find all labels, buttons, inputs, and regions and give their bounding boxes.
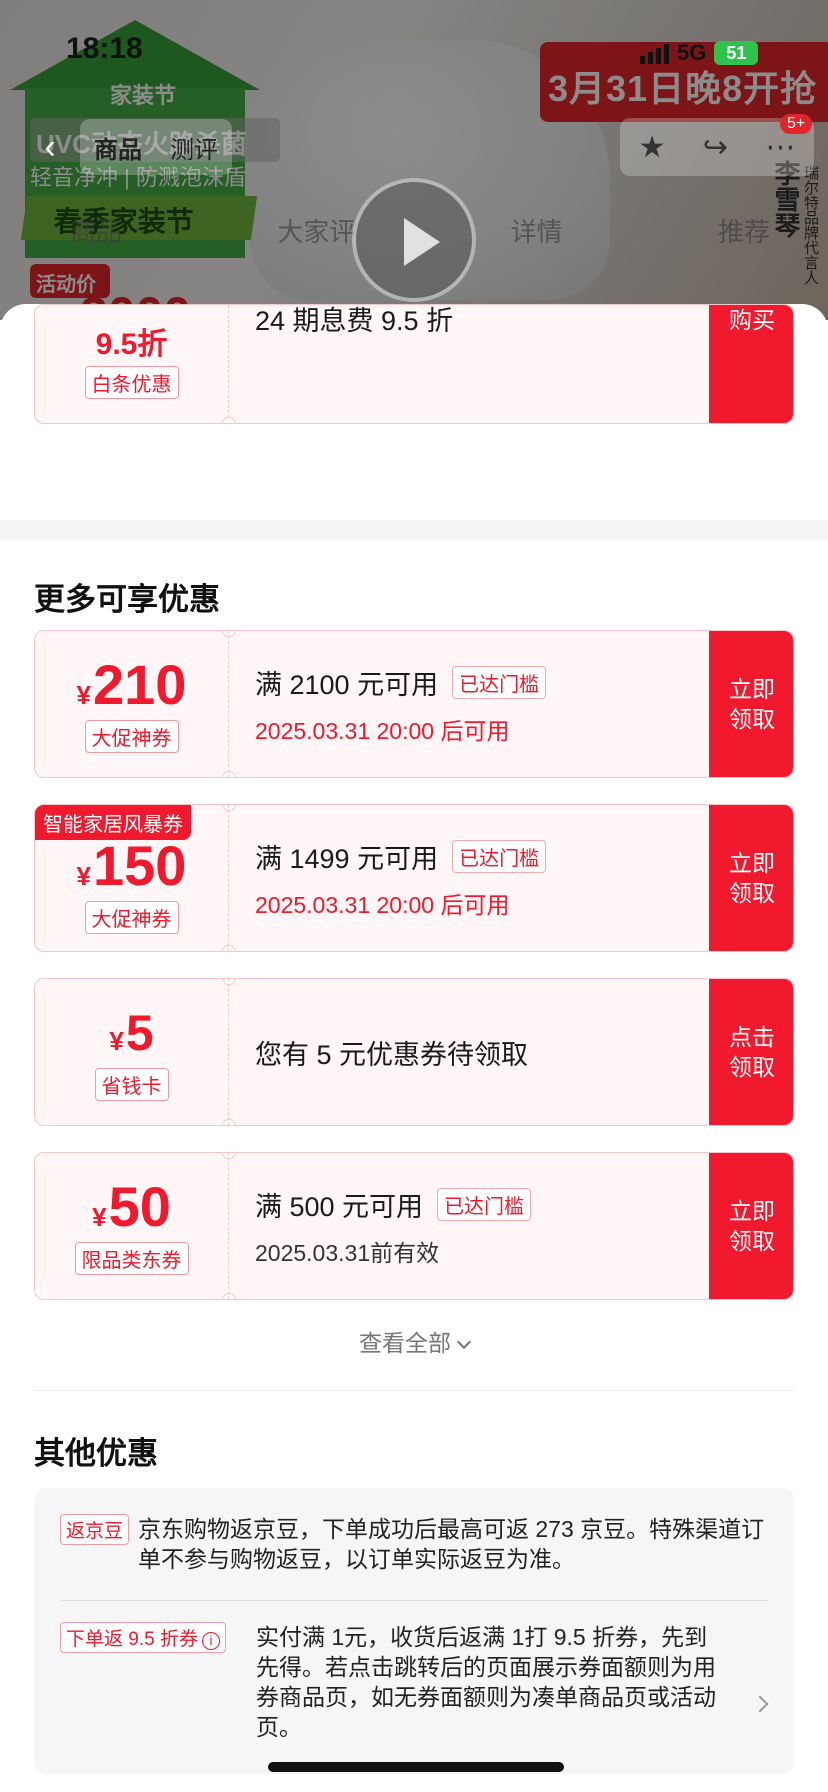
coupon-amount: 5 — [125, 1004, 154, 1061]
coupon-card: ¥210 大促神券 满 2100 元可用 已达门槛 2025.03.31 20:0… — [34, 630, 794, 778]
divider — [34, 1390, 794, 1391]
section-other-title: 其他优惠 — [34, 1436, 158, 1471]
claim-coupon-button[interactable]: 立即 领取 — [709, 1153, 793, 1299]
currency-symbol: ¥ — [76, 679, 92, 710]
coupon-validity: 2025.03.31 20:00 后可用 — [255, 717, 510, 744]
coupon-ribbon: 智能家居风暴券 — [35, 805, 191, 840]
discount-sheet: 优惠 9.5折 白条优惠 24 期息费 9.5 折 购买 更多可享优惠 ¥210… — [0, 304, 828, 1792]
subtab-recommend[interactable]: 推荐 — [718, 212, 770, 249]
signal-icon — [640, 42, 669, 64]
section-more-title: 更多可享优惠 — [34, 582, 220, 617]
coupon-left: 9.5折 白条优惠 — [35, 305, 229, 423]
baitiao-amount: 9.5折 — [95, 328, 168, 361]
rebate-coupon-tag: 下单返 9.5 折券 i — [60, 1622, 226, 1653]
tab-product[interactable]: 商品 — [94, 130, 142, 165]
coupon-card: ¥150 大促神券 智能家居风暴券 满 1499 元可用 已达门槛 2025.03… — [34, 804, 794, 952]
coupon-condition: 满 500 元可用 — [255, 1191, 424, 1222]
threshold-reached-badge: 已达门槛 — [437, 1187, 532, 1221]
claim-coupon-button[interactable]: 立即 领取 — [709, 805, 793, 951]
top-tab-group: 商品 测评 — [80, 119, 232, 175]
subtab-product[interactable]: 商品 — [70, 212, 122, 249]
status-indicators: 5G 51 — [640, 40, 759, 66]
coupon-left: ¥50 限品类东券 — [35, 1153, 229, 1299]
coupon-condition: 您有 5 元优惠券待领取 — [255, 1039, 529, 1070]
baitiao-tag: 白条优惠 — [84, 366, 179, 399]
baitiao-coupon: 9.5折 白条优惠 24 期息费 9.5 折 购买 — [34, 304, 794, 424]
threshold-reached-badge: 已达门槛 — [452, 839, 547, 873]
baitiao-desc: 24 期息费 9.5 折 — [255, 306, 454, 336]
battery-icon: 51 — [714, 41, 759, 65]
coupon-amount: 50 — [108, 1174, 171, 1238]
share-icon[interactable]: ↪ — [703, 130, 728, 165]
coupon-left: ¥210 大促神券 — [35, 631, 229, 777]
coupon-info: 您有 5 元优惠券待领取 — [255, 979, 715, 1125]
more-icon[interactable]: ⋯ — [765, 130, 795, 165]
home-indicator — [268, 1762, 564, 1772]
info-icon[interactable]: i — [201, 1632, 220, 1650]
currency-symbol: ¥ — [76, 860, 92, 891]
baitiao-buy-button[interactable]: 购买 — [709, 305, 793, 423]
coupon-condition: 满 2100 元可用 — [255, 669, 439, 700]
star-icon[interactable]: ★ — [639, 130, 666, 165]
other-discount-item: 返京豆 京东购物返京豆，下单成功后最高可返 273 京豆。特殊渠道订单不参与购物… — [60, 1514, 764, 1594]
claim-coupon-button[interactable]: 点击 领取 — [709, 979, 793, 1125]
jingdou-tag: 返京豆 — [60, 1514, 130, 1545]
threshold-reached-badge: 已达门槛 — [452, 665, 547, 699]
coupon-type-tag: 大促神券 — [84, 719, 179, 753]
currency-symbol: ¥ — [109, 1025, 124, 1056]
section-divider — [0, 520, 828, 540]
other-discounts-box: 返京豆 京东购物返京豆，下单成功后最高可返 273 京豆。特殊渠道订单不参与购物… — [34, 1488, 794, 1774]
currency-symbol: ¥ — [92, 1201, 107, 1232]
claim-coupon-button[interactable]: 立即 领取 — [709, 631, 793, 777]
subtab-details[interactable]: 详情 — [511, 212, 563, 249]
view-all-link[interactable]: 查看全部 — [0, 1324, 828, 1358]
network-type: 5G — [677, 40, 707, 65]
coupon-type-tag: 限品类东券 — [74, 1241, 189, 1275]
coupon-left: ¥5 省钱卡 — [35, 979, 229, 1125]
coupon-condition: 满 1499 元可用 — [255, 843, 439, 874]
divider — [60, 1600, 768, 1601]
top-navigation: ‹ 商品 测评 — [20, 118, 232, 176]
chevron-down-icon — [456, 1334, 472, 1350]
video-play-icon[interactable] — [352, 178, 476, 302]
coupon-card: ¥50 限品类东券 满 500 元可用 已达门槛 2025.03.31前有效 立即… — [34, 1152, 794, 1300]
message-badge: 5+ — [780, 114, 813, 134]
jingdou-text: 京东购物返京豆，下单成功后最高可返 273 京豆。特殊渠道订单不参与购物返豆，以… — [138, 1516, 765, 1572]
coupon-info: 满 500 元可用 已达门槛 2025.03.31前有效 — [255, 1153, 715, 1299]
coupon-validity: 2025.03.31 20:00 后可用 — [255, 891, 510, 918]
tab-review[interactable]: 测评 — [170, 130, 218, 165]
coupon-card: ¥5 省钱卡 您有 5 元优惠券待领取 点击 领取 — [34, 978, 794, 1126]
coupon-type-tag: 大促神券 — [84, 900, 179, 934]
other-discount-item[interactable]: 下单返 9.5 折券 i 实付满 1元，收货后返满 1打 9.5 折券，先到先得。… — [60, 1622, 760, 1752]
back-arrow-icon[interactable]: ‹ — [20, 119, 80, 175]
status-time: 18:18 — [66, 32, 143, 65]
coupon-type-tag: 省钱卡 — [94, 1067, 169, 1101]
coupon-amount: 210 — [93, 652, 187, 716]
coupon-amount: 150 — [93, 833, 187, 897]
coupon-info: 满 1499 元可用 已达门槛 2025.03.31 20:00 后可用 — [255, 805, 715, 951]
coupon-info: 满 2100 元可用 已达门槛 2025.03.31 20:00 后可用 — [255, 631, 715, 777]
coupon-info: 24 期息费 9.5 折 — [255, 305, 715, 423]
subtab-reviews[interactable]: 大家评 — [277, 212, 355, 249]
coupon-validity: 2025.03.31前有效 — [255, 1239, 440, 1266]
rebate-coupon-text: 实付满 1元，收货后返满 1打 9.5 折券，先到先得。若点击跳转后的页面展示券… — [256, 1624, 716, 1740]
